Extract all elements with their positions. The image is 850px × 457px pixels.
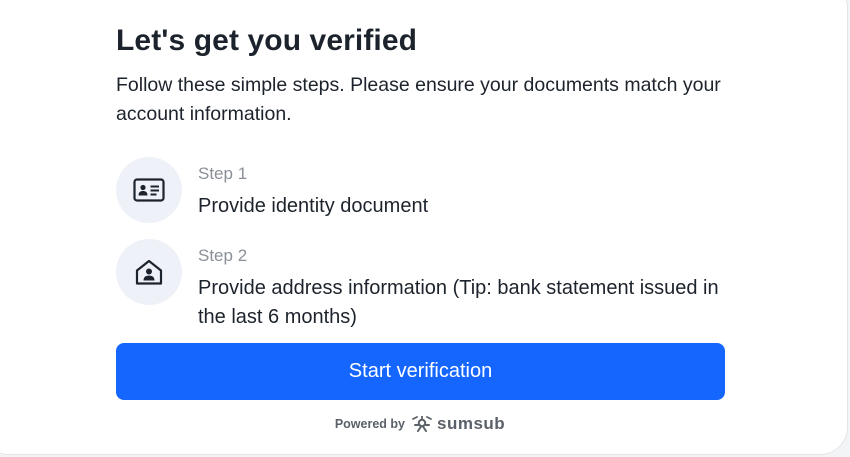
start-verification-button[interactable]: Start verification <box>116 343 725 400</box>
home-person-icon <box>116 239 182 305</box>
powered-by: Powered by sumsub <box>0 414 840 434</box>
page-title: Let's get you verified <box>116 24 418 57</box>
step-2-description: Provide address information (Tip: bank s… <box>198 277 719 328</box>
powered-by-text: Powered by <box>334 417 405 431</box>
sumsub-logo-icon <box>412 416 432 432</box>
page-subtitle: Follow these simple steps. Please ensure… <box>116 74 721 125</box>
sumsub-brand-name: sumsub <box>436 414 506 433</box>
step-1-label: Step 1 <box>198 164 248 183</box>
step-1-description: Provide identity document <box>198 195 429 217</box>
sumsub-logo[interactable]: sumsub <box>411 414 505 434</box>
step-2-label: Step 2 <box>198 246 248 265</box>
id-card-icon <box>116 157 182 223</box>
